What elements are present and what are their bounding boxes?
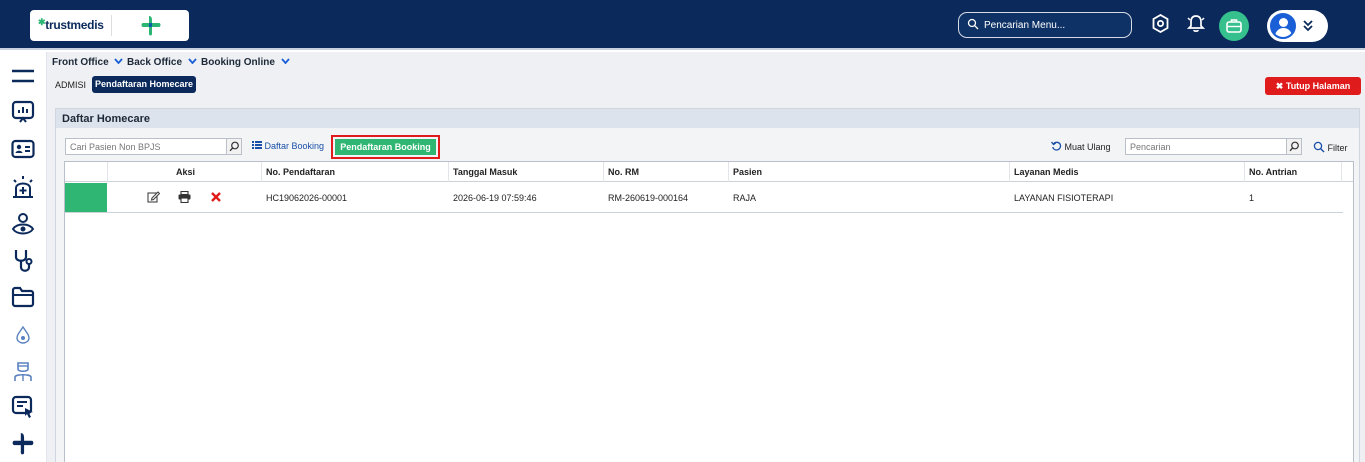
col-no-pendaftaran[interactable]: No. Pendaftaran [266,167,335,177]
folder-icon[interactable] [11,286,35,308]
toolbar: Cari Pasien Non BPJS Daftar Booking Pend… [62,135,1354,159]
search-icon[interactable] [226,139,241,154]
cell-pasien: RAJA [733,193,757,203]
briefcase-button[interactable] [1219,11,1249,41]
list-icon [252,141,262,149]
filter-button[interactable]: Filter [1313,141,1348,153]
menu-search-input[interactable]: Pencarian Menu... [958,12,1132,38]
drop-icon[interactable] [15,326,31,344]
nav-front-office[interactable]: Front Office [52,57,124,68]
eye-care-icon[interactable] [11,212,35,238]
nav-back-office[interactable]: Back Office [127,57,197,68]
logo[interactable]: ✱trustmedis [30,10,189,41]
edit-icon[interactable] [147,191,160,203]
id-card-icon[interactable] [11,138,35,160]
col-no-antrian[interactable]: No. Antrian [1249,167,1297,177]
logo-divider [111,15,112,36]
tab-pendaftaran-homecare[interactable]: Pendaftaran Homecare [92,76,196,93]
settings-icon[interactable] [1152,14,1169,33]
row-status-marker [65,183,107,212]
cell-layanan-medis: LAYANAN FISIOTERAPI [1014,193,1114,203]
col-pasien[interactable]: Pasien [733,167,762,177]
panel-title: Daftar Homecare [56,109,1359,128]
chevron-down-icon [114,58,124,64]
menu-icon[interactable] [11,68,35,84]
menu-search-placeholder: Pencarian Menu... [984,20,1066,31]
nav-booking-online[interactable]: Booking Online [201,57,290,68]
table-search-input[interactable]: Pencarian [1125,138,1302,155]
close-page-label: Tutup Halaman [1285,81,1351,91]
col-aksi[interactable]: Aksi [176,167,195,177]
cell-no-pendaftaran: HC19062026-00001 [266,193,348,203]
pendaftaran-booking-highlight: Pendaftaran Booking [331,135,440,159]
briefcase-icon [1226,19,1242,33]
pendaftaran-booking-button[interactable]: Pendaftaran Booking [335,139,436,155]
stethoscope-icon[interactable] [11,248,35,274]
col-no-rm[interactable]: No. RM [608,167,639,177]
reload-button[interactable]: Muat Ulang [1050,141,1111,152]
bell-icon[interactable] [1187,14,1205,33]
cell-no-rm: RM-260619-000164 [608,193,689,203]
col-tanggal-masuk[interactable]: Tanggal Masuk [453,167,517,177]
sidebar [0,52,47,462]
table-header: Aksi No. Pendaftaran Tanggal Masuk No. R… [65,162,1353,182]
print-icon[interactable] [178,191,191,203]
avatar-icon [1270,13,1296,39]
search-icon [1313,141,1325,153]
close-icon: ✖ [1275,81,1284,91]
panel-body: Cari Pasien Non BPJS Daftar Booking Pend… [56,128,1359,462]
tab-admisi[interactable]: ADMISI [55,80,86,90]
table-row[interactable]: HC19062026-00001 2026-06-19 07:59:46 RM-… [65,183,1343,213]
top-header: ✱trustmedis Pencarian Menu... [0,0,1365,50]
homecare-panel: Daftar Homecare Cari Pasien Non BPJS Daf… [55,108,1360,462]
chevron-down-icon [280,58,290,64]
logo-wordmark: ✱trustmedis [38,17,104,32]
col-layanan-medis[interactable]: Layanan Medis [1014,167,1079,177]
cell-no-antrian: 1 [1249,193,1255,203]
doctor-icon[interactable] [13,360,33,382]
user-menu[interactable] [1267,10,1328,42]
form-cursor-icon[interactable] [11,395,35,419]
main-content: Front Office Back Office Booking Online … [47,52,1365,462]
brand-cross-icon [141,16,161,36]
search-icon[interactable] [1286,139,1301,154]
dashboard-chart-icon[interactable] [11,100,35,124]
app-window: ✱trustmedis Pencarian Menu... Front Offi… [0,0,1365,462]
double-chevron-down-icon [1303,20,1313,32]
refresh-icon [1050,141,1062,151]
homecare-table: Aksi No. Pendaftaran Tanggal Masuk No. R… [64,161,1354,462]
cell-tanggal-masuk: 2026-06-19 07:59:46 [453,193,537,203]
patient-search-input[interactable]: Cari Pasien Non BPJS [65,138,242,155]
delete-icon[interactable] [211,192,221,202]
hospital-alarm-icon[interactable] [11,175,35,199]
close-page-button[interactable]: ✖ Tutup Halaman [1265,77,1361,95]
brand-cross-icon[interactable] [11,432,35,456]
chevron-down-icon [188,58,197,64]
search-icon [967,18,979,30]
daftar-booking-link[interactable]: Daftar Booking [252,141,324,151]
